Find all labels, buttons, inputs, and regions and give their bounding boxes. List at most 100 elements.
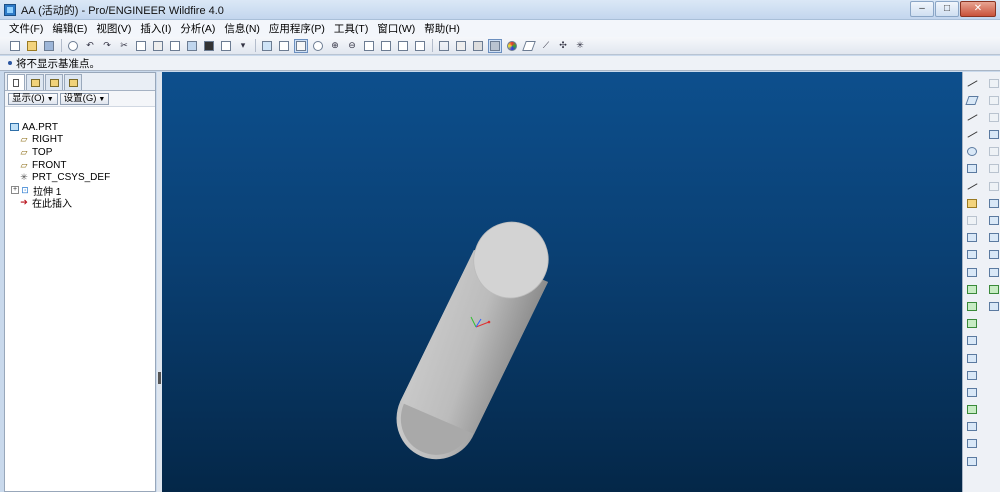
spin-center-icon[interactable] — [294, 38, 308, 53]
paste-special-icon[interactable] — [168, 39, 182, 53]
model-player-icon[interactable] — [185, 39, 199, 53]
datum-axes-toggle-icon[interactable]: ⟋ — [539, 39, 553, 53]
hidden-line-icon[interactable] — [454, 39, 468, 53]
refit-icon[interactable] — [362, 39, 376, 53]
datum-plane-tool-icon[interactable] — [965, 93, 979, 107]
menu-edit[interactable]: 编辑(E) — [49, 21, 93, 36]
message-text: 将不显示基准点。 — [16, 57, 100, 70]
menu-info[interactable]: 信息(N) — [221, 21, 266, 36]
spinal-bend-icon[interactable] — [987, 282, 1000, 296]
datum-planes-toggle-icon[interactable] — [522, 39, 536, 53]
paste-icon[interactable] — [151, 39, 165, 53]
view-manager-icon[interactable] — [219, 39, 233, 53]
tree-item-right[interactable]: ▱ RIGHT — [9, 134, 155, 147]
ear-tool-icon[interactable] — [987, 299, 1000, 313]
tree-item-front[interactable]: ▱ FRONT — [9, 159, 155, 172]
minimize-button[interactable]: – — [910, 1, 934, 17]
copy-feature-icon[interactable] — [965, 214, 979, 228]
draft-tool-icon[interactable] — [965, 351, 979, 365]
appearance-icon[interactable] — [505, 39, 519, 53]
variable-sweep-icon[interactable] — [965, 265, 979, 279]
extend-tool-icon[interactable] — [987, 145, 1000, 159]
warp-tool-icon[interactable] — [987, 196, 1000, 210]
datum-point-tool-icon[interactable] — [965, 145, 979, 159]
settings-dropdown[interactable]: 设置(G) ▼ — [59, 92, 110, 105]
no-hidden-icon[interactable] — [471, 39, 485, 53]
tree-item-top[interactable]: ▱ TOP — [9, 146, 155, 159]
tree-item-csys[interactable]: ✳ PRT_CSYS_DEF — [9, 171, 155, 184]
tab-folder-browser[interactable] — [26, 74, 44, 90]
csys-tool-icon[interactable] — [965, 162, 979, 176]
analysis-tool-icon[interactable] — [965, 179, 979, 193]
datum-points-toggle-icon[interactable]: ✣ — [556, 39, 570, 53]
redo-icon[interactable]: ↷ — [100, 39, 114, 53]
cylinder-model[interactable] — [389, 211, 560, 467]
sketch-icon[interactable] — [965, 76, 979, 90]
intersect-tool-icon[interactable] — [987, 128, 1000, 142]
hole-tool-icon[interactable] — [965, 299, 979, 313]
dropdown-icon[interactable]: ▾ — [236, 39, 250, 53]
expand-toggle[interactable]: + — [11, 186, 19, 195]
thicken-tool-icon[interactable] — [987, 110, 1000, 124]
zoom-in-icon[interactable]: ⊕ — [328, 39, 342, 53]
shading-icon[interactable] — [488, 38, 502, 53]
tab-model-tree[interactable] — [7, 74, 25, 90]
sketch-tool-icon[interactable] — [965, 196, 979, 210]
tree-item-part[interactable]: AA.PRT — [9, 121, 155, 134]
regenerate-icon[interactable] — [66, 39, 80, 53]
tree-item-extrude[interactable]: + ⊡ 拉伸 1 — [9, 184, 155, 198]
menu-tools[interactable]: 工具(T) — [331, 21, 374, 36]
extrude-tool-icon[interactable] — [965, 231, 979, 245]
menu-help[interactable]: 帮助(H) — [421, 21, 466, 36]
chamfer-tool-icon[interactable] — [965, 385, 979, 399]
pattern-tool-icon[interactable] — [987, 76, 1000, 90]
find-icon[interactable] — [202, 39, 216, 53]
reorient-icon[interactable] — [379, 39, 393, 53]
orient-mode-icon[interactable] — [311, 39, 325, 53]
swept-blend-icon[interactable] — [987, 231, 1000, 245]
saved-views-icon[interactable] — [396, 39, 410, 53]
round-tool-icon[interactable] — [965, 368, 979, 382]
menu-applications[interactable]: 应用程序(P) — [266, 21, 331, 36]
tree-item-insert-here[interactable]: ➔ 在此插入 — [9, 197, 155, 210]
shell-tool-icon[interactable] — [965, 317, 979, 331]
datum-curve-tool-icon[interactable] — [965, 128, 979, 142]
layers-icon[interactable] — [413, 39, 427, 53]
revolve-tool-icon[interactable] — [965, 248, 979, 262]
helical-sweep-icon[interactable] — [987, 248, 1000, 262]
menu-view[interactable]: 视图(V) — [93, 21, 137, 36]
graphics-window[interactable] — [162, 72, 962, 492]
mirror-tool-icon[interactable] — [965, 420, 979, 434]
undo-icon[interactable]: ↶ — [83, 39, 97, 53]
save-icon[interactable] — [42, 39, 56, 53]
trim-tool-icon[interactable] — [965, 454, 979, 468]
toroidal-bend-icon[interactable] — [987, 265, 1000, 279]
menu-insert[interactable]: 插入(I) — [137, 21, 177, 36]
menu-analysis[interactable]: 分析(A) — [177, 21, 221, 36]
blend-tool-icon[interactable] — [965, 282, 979, 296]
new-file-icon[interactable] — [8, 39, 22, 53]
solidify-tool-icon[interactable] — [987, 162, 1000, 176]
open-folder-icon[interactable] — [25, 39, 39, 53]
close-button[interactable]: ✕ — [960, 1, 996, 17]
rib-tool-icon[interactable] — [965, 334, 979, 348]
menu-window[interactable]: 窗口(W) — [374, 21, 421, 36]
copy-icon[interactable] — [134, 39, 148, 53]
cut-icon[interactable]: ✂ — [117, 39, 131, 53]
show-dropdown[interactable]: 显示(O) ▼ — [8, 92, 58, 105]
zoom-out-icon[interactable]: ⊖ — [345, 39, 359, 53]
repaint-icon[interactable] — [260, 39, 274, 53]
style-tool-icon[interactable] — [965, 403, 979, 417]
maximize-button[interactable]: □ — [935, 1, 959, 17]
merge-tool-icon[interactable] — [965, 437, 979, 451]
tab-favorites[interactable] — [45, 74, 63, 90]
boundary-blend-icon[interactable] — [987, 214, 1000, 228]
tab-connections[interactable] — [64, 74, 82, 90]
offset-tool-icon[interactable] — [987, 93, 1000, 107]
project-tool-icon[interactable] — [987, 179, 1000, 193]
wireframe-icon[interactable] — [437, 39, 451, 53]
datum-axis-tool-icon[interactable] — [965, 110, 979, 124]
coordinate-systems-toggle-icon[interactable]: ✳ — [573, 39, 587, 53]
menu-file[interactable]: 文件(F) — [6, 21, 49, 36]
orient-icon[interactable] — [277, 39, 291, 53]
